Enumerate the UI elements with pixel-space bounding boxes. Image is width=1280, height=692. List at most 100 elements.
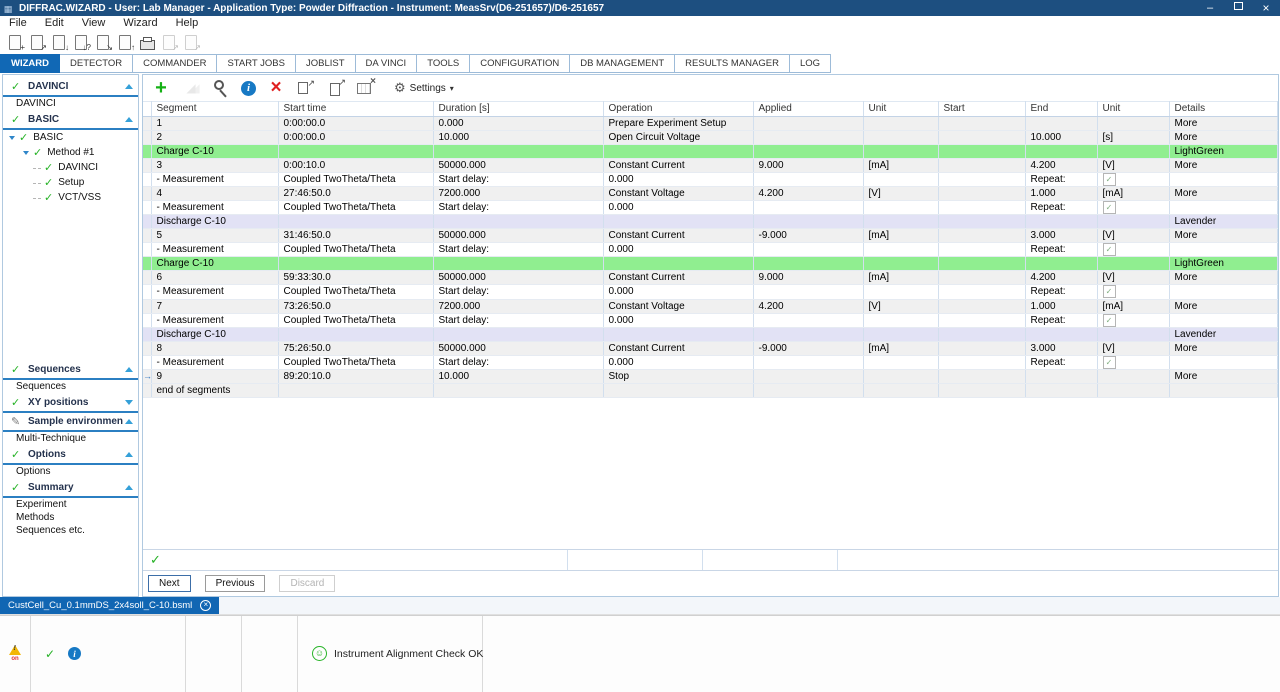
cell-operation[interactable]: Constant Current: [603, 229, 753, 243]
cell-segment[interactable]: - Measurement: [151, 243, 278, 257]
cell-start-time[interactable]: Coupled TwoTheta/Theta: [278, 173, 433, 187]
chevron-down-icon[interactable]: [125, 400, 133, 405]
cell-details[interactable]: [1169, 285, 1278, 299]
cell-start[interactable]: [938, 243, 1025, 257]
cell-unit1[interactable]: [863, 369, 938, 383]
measurement-row[interactable]: - MeasurementCoupled TwoTheta/ThetaStart…: [143, 355, 1278, 369]
cell-unit2[interactable]: ✓: [1097, 285, 1169, 299]
cell-applied[interactable]: [753, 243, 863, 257]
delete-table-icon[interactable]: [356, 79, 376, 98]
cell-start[interactable]: [938, 159, 1025, 173]
cell-start[interactable]: [938, 299, 1025, 313]
cell-unit1[interactable]: [mA]: [863, 159, 938, 173]
cell-start-time[interactable]: Coupled TwoTheta/Theta: [278, 355, 433, 369]
cell-segment[interactable]: - Measurement: [151, 313, 278, 327]
cell-details[interactable]: More: [1169, 299, 1278, 313]
tree-node-davinci[interactable]: ✓DAVINCI: [3, 160, 138, 175]
menu-help[interactable]: Help: [167, 16, 208, 31]
cell-duration[interactable]: Start delay:: [433, 285, 603, 299]
cell-duration[interactable]: Start delay:: [433, 173, 603, 187]
sidebar-item-sequences-etc[interactable]: Sequences etc.: [3, 524, 138, 537]
repeat-checkbox[interactable]: ✓: [1103, 201, 1116, 214]
info-icon[interactable]: [241, 81, 256, 96]
cell-start-time[interactable]: Coupled TwoTheta/Theta: [278, 201, 433, 215]
cell-start[interactable]: [938, 341, 1025, 355]
cell-unit1[interactable]: [863, 201, 938, 215]
cell-start[interactable]: [938, 369, 1025, 383]
tree-node-basic[interactable]: ✓BASIC: [3, 130, 138, 145]
segment-row[interactable]: 20:00:00.010.000Open Circuit Voltage10.0…: [143, 131, 1278, 145]
repeat-checkbox[interactable]: ✓: [1103, 243, 1116, 256]
cell-details[interactable]: [1169, 201, 1278, 215]
segment-row[interactable]: →989:20:10.010.000StopMore: [143, 369, 1278, 383]
segment-row[interactable]: 30:00:10.050000.000Constant Current9.000…: [143, 159, 1278, 173]
cell-unit1[interactable]: [863, 131, 938, 145]
cell-segment[interactable]: 6: [151, 271, 278, 285]
cell-end[interactable]: Repeat:: [1025, 243, 1097, 257]
cell-unit1[interactable]: [863, 117, 938, 131]
cell-operation[interactable]: Prepare Experiment Setup: [603, 117, 753, 131]
previous-button[interactable]: Previous: [205, 575, 266, 592]
menu-file[interactable]: File: [0, 16, 36, 31]
cell-unit2[interactable]: ✓: [1097, 173, 1169, 187]
tab-tools[interactable]: TOOLS: [417, 54, 470, 73]
cell-end[interactable]: Repeat:: [1025, 173, 1097, 187]
cell-operation[interactable]: Open Circuit Voltage: [603, 131, 753, 145]
cell-start-time[interactable]: 31:46:50.0: [278, 229, 433, 243]
cell-duration[interactable]: 50000.000: [433, 229, 603, 243]
segment-row[interactable]: 659:33:30.050000.000Constant Current9.00…: [143, 271, 1278, 285]
cell-start[interactable]: [938, 201, 1025, 215]
cell-operation[interactable]: Constant Current: [603, 159, 753, 173]
cell-duration[interactable]: 7200.000: [433, 299, 603, 313]
menu-view[interactable]: View: [73, 16, 115, 31]
sidebar-item-experiment[interactable]: Experiment: [3, 498, 138, 511]
sidebar-section-sequences[interactable]: ✓Sequences: [3, 361, 138, 380]
cell-applied[interactable]: [753, 355, 863, 369]
cell-details[interactable]: More: [1169, 271, 1278, 285]
cell-end[interactable]: Repeat:: [1025, 313, 1097, 327]
expander-icon[interactable]: [23, 151, 29, 155]
segment-row[interactable]: 531:46:50.050000.000Constant Current-9.0…: [143, 229, 1278, 243]
tab-detector[interactable]: DETECTOR: [60, 54, 133, 73]
cell-operation[interactable]: 0.000: [603, 173, 753, 187]
measurement-row[interactable]: - MeasurementCoupled TwoTheta/ThetaStart…: [143, 243, 1278, 257]
measurement-row[interactable]: - MeasurementCoupled TwoTheta/ThetaStart…: [143, 201, 1278, 215]
save-as-icon[interactable]: ↓?: [70, 33, 92, 52]
cell-unit2[interactable]: [V]: [1097, 271, 1169, 285]
cell-start-time[interactable]: Coupled TwoTheta/Theta: [278, 285, 433, 299]
cell-start[interactable]: [938, 285, 1025, 299]
cell-details[interactable]: [1169, 173, 1278, 187]
segment-row[interactable]: 875:26:50.050000.000Constant Current-9.0…: [143, 341, 1278, 355]
cell-unit1[interactable]: [863, 313, 938, 327]
sidebar-section-davinci[interactable]: ✓DAVINCI: [3, 78, 138, 97]
cell-duration[interactable]: 50000.000: [433, 341, 603, 355]
cell-start-time[interactable]: 27:46:50.0: [278, 187, 433, 201]
cell-details[interactable]: More: [1169, 187, 1278, 201]
export-icon[interactable]: ↘: [92, 33, 114, 52]
cell-segment[interactable]: - Measurement: [151, 201, 278, 215]
chevron-up-icon[interactable]: [125, 485, 133, 490]
cell-duration[interactable]: Start delay:: [433, 313, 603, 327]
cell-segment[interactable]: - Measurement: [151, 355, 278, 369]
new-experiment-icon[interactable]: +: [4, 33, 26, 52]
cell-end[interactable]: [1025, 369, 1097, 383]
cell-end[interactable]: 3.000: [1025, 229, 1097, 243]
cell-start-time[interactable]: Coupled TwoTheta/Theta: [278, 313, 433, 327]
cell-end[interactable]: 4.200: [1025, 159, 1097, 173]
segment-row[interactable]: 427:46:50.07200.000Constant Voltage4.200…: [143, 187, 1278, 201]
save-icon[interactable]: ↓: [48, 33, 70, 52]
paste-segment-icon[interactable]: [326, 79, 346, 98]
cell-start-time[interactable]: 59:33:30.0: [278, 271, 433, 285]
measurement-pin-icon[interactable]: [211, 79, 231, 98]
cell-duration[interactable]: 10.000: [433, 131, 603, 145]
group-row[interactable]: Charge C-10LightGreen: [143, 145, 1278, 159]
tab-results-manager[interactable]: RESULTS MANAGER: [675, 54, 790, 73]
cell-applied[interactable]: [753, 173, 863, 187]
cell-unit1[interactable]: [V]: [863, 187, 938, 201]
cell-applied[interactable]: [753, 131, 863, 145]
repeat-checkbox[interactable]: ✓: [1103, 314, 1116, 327]
delete-segment-icon[interactable]: [266, 79, 286, 98]
settings-dropdown[interactable]: Settings: [394, 80, 454, 96]
chevron-up-icon[interactable]: [125, 367, 133, 372]
copy-segment-icon[interactable]: [296, 79, 316, 98]
